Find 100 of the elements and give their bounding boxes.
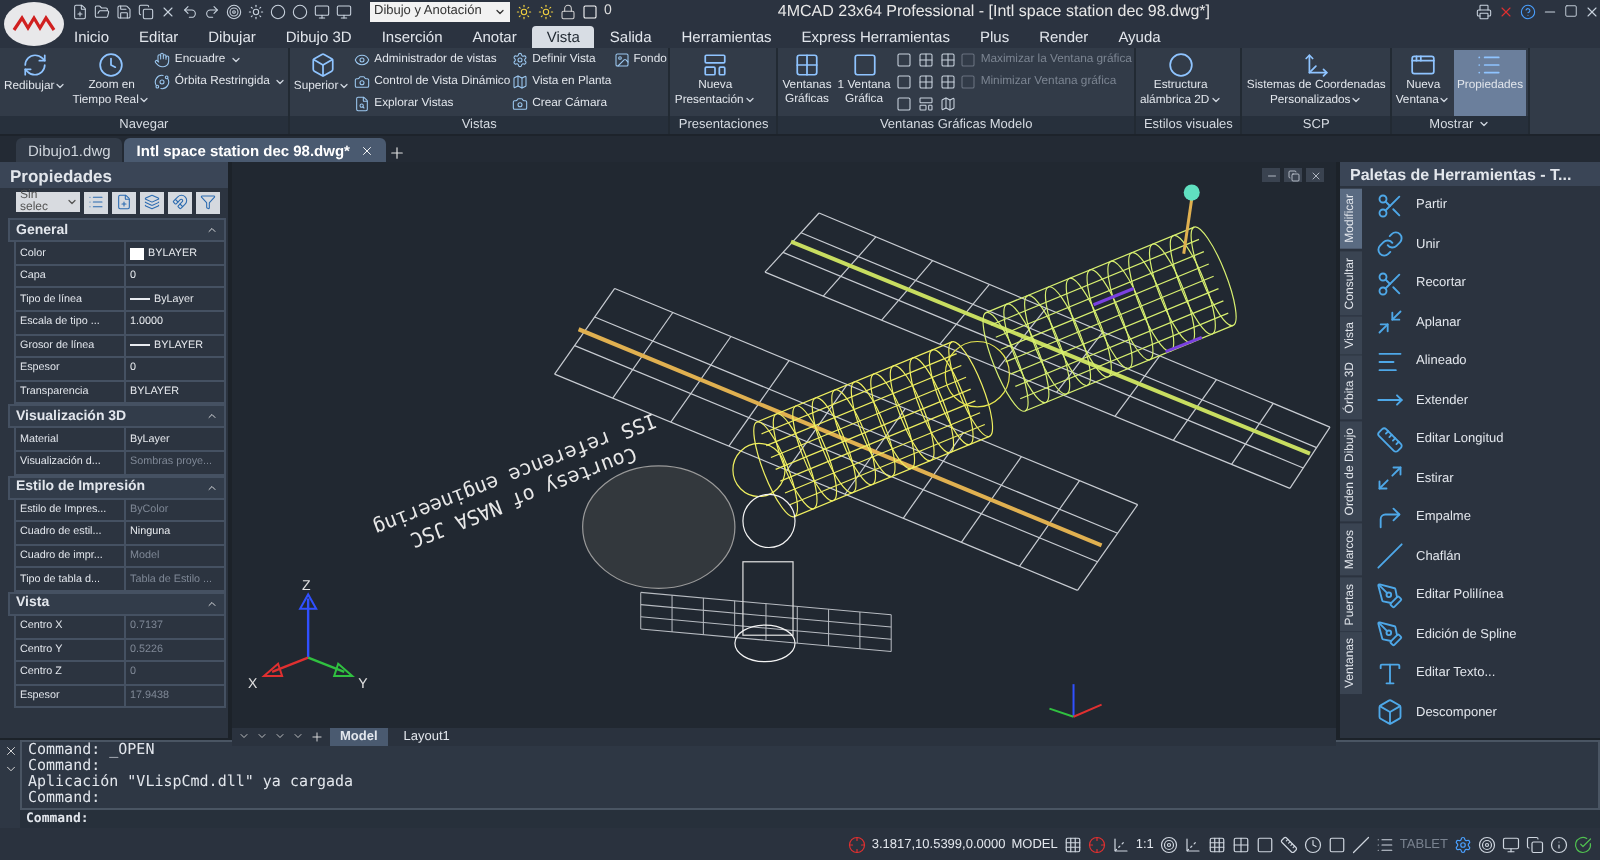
caret-icon[interactable] bbox=[3, 762, 17, 777]
ribbon-icon-button[interactable] bbox=[894, 71, 915, 91]
collapse-icon bbox=[206, 224, 218, 237]
grid-icon[interactable] bbox=[1231, 835, 1250, 854]
clock-icon bbox=[98, 51, 125, 77]
caret-icon bbox=[494, 5, 506, 18]
pen-icon bbox=[1376, 581, 1404, 610]
target-icon[interactable] bbox=[1478, 835, 1496, 854]
circle-icon[interactable] bbox=[270, 3, 286, 20]
axis-icon[interactable] bbox=[1183, 835, 1202, 854]
monitor-icon[interactable] bbox=[336, 3, 352, 20]
square-icon bbox=[896, 73, 913, 89]
ribbon-icon-button[interactable] bbox=[894, 49, 915, 69]
undo-icon[interactable] bbox=[182, 3, 198, 20]
target-icon[interactable] bbox=[1159, 835, 1178, 854]
ribbon-icon-button[interactable] bbox=[938, 71, 959, 91]
hand-icon bbox=[154, 51, 171, 67]
square-icon bbox=[896, 51, 913, 67]
monitor-icon[interactable] bbox=[1502, 835, 1520, 854]
color-square-icon[interactable] bbox=[582, 3, 598, 20]
grid-icon bbox=[793, 51, 820, 77]
toolbar-button[interactable] bbox=[140, 191, 164, 214]
close-icon[interactable] bbox=[1584, 3, 1600, 20]
save-icon[interactable] bbox=[116, 3, 132, 20]
app-logo[interactable] bbox=[4, 2, 64, 46]
help-icon[interactable] bbox=[1520, 3, 1536, 20]
orbit-icon bbox=[154, 73, 171, 89]
sun-icon[interactable] bbox=[248, 3, 264, 20]
grid-icon[interactable] bbox=[1063, 835, 1082, 854]
square-icon[interactable] bbox=[1255, 835, 1274, 854]
new-file-icon[interactable] bbox=[72, 3, 88, 20]
document-icon bbox=[116, 194, 132, 211]
redo-icon[interactable] bbox=[204, 3, 220, 20]
line-sample-icon bbox=[130, 344, 150, 347]
toolbar-button[interactable] bbox=[196, 191, 220, 214]
lock-icon[interactable] bbox=[560, 3, 576, 20]
curve-icon bbox=[1376, 503, 1404, 532]
toolbar-button[interactable] bbox=[84, 191, 108, 214]
caret-icon bbox=[66, 196, 78, 209]
circle-icon[interactable] bbox=[292, 3, 308, 20]
cube-icon bbox=[1376, 698, 1404, 727]
origin-axis-icon bbox=[1049, 684, 1102, 719]
camera-icon bbox=[354, 73, 371, 89]
image-icon bbox=[613, 51, 630, 67]
scissors-icon bbox=[1376, 191, 1404, 220]
maximize-icon[interactable] bbox=[1564, 4, 1578, 19]
ribbon-icon-button[interactable] bbox=[916, 93, 937, 113]
magnet-icon bbox=[172, 194, 188, 211]
text-icon bbox=[1376, 659, 1404, 688]
toolbar-button[interactable] bbox=[168, 191, 192, 214]
restore-icon bbox=[1287, 169, 1299, 182]
clock-icon[interactable] bbox=[1303, 835, 1322, 854]
list-icon[interactable] bbox=[1375, 835, 1394, 854]
grid-icon bbox=[918, 73, 935, 89]
layout-icon bbox=[702, 51, 729, 77]
sphere-icon bbox=[1167, 51, 1194, 77]
square-icon[interactable] bbox=[1327, 835, 1346, 854]
close-icon[interactable] bbox=[160, 3, 176, 20]
ucs-axis-icon bbox=[261, 592, 355, 678]
pen-icon bbox=[1376, 620, 1404, 649]
grid-icon bbox=[940, 51, 957, 67]
grid-icon[interactable] bbox=[1207, 835, 1226, 854]
ribbon-icon-button[interactable] bbox=[938, 49, 959, 69]
viewport-close-button[interactable] bbox=[1306, 168, 1324, 183]
camera-icon bbox=[512, 95, 529, 111]
slash-icon[interactable] bbox=[1351, 835, 1370, 854]
color-swatch-icon bbox=[130, 247, 144, 260]
square-icon bbox=[960, 51, 977, 67]
gear-icon bbox=[512, 51, 529, 67]
ribbon-icon-button[interactable] bbox=[938, 93, 959, 113]
grid-icon bbox=[940, 73, 957, 89]
viewport-restore-button[interactable] bbox=[1284, 168, 1302, 183]
monitor-icon[interactable] bbox=[314, 3, 330, 20]
ribbon-icon-button[interactable] bbox=[894, 93, 915, 113]
add-layout-icon[interactable] bbox=[310, 729, 324, 744]
info-icon[interactable] bbox=[1550, 835, 1568, 854]
copy-icon[interactable] bbox=[138, 3, 154, 20]
windows-icon[interactable] bbox=[1526, 835, 1544, 854]
cube-icon bbox=[309, 51, 336, 77]
gear-icon[interactable] bbox=[1454, 835, 1472, 854]
bulb-icon[interactable] bbox=[516, 3, 532, 20]
viewport-minimize-button[interactable] bbox=[1262, 168, 1280, 183]
ribbon-icon-button[interactable] bbox=[916, 49, 937, 69]
minimize-icon bbox=[1265, 169, 1277, 182]
add-tab-icon[interactable] bbox=[387, 144, 406, 163]
close-icon[interactable] bbox=[3, 744, 17, 759]
ribbon-icon-button[interactable] bbox=[916, 71, 937, 91]
toolbar-button[interactable] bbox=[112, 191, 136, 214]
printer-icon[interactable] bbox=[1476, 3, 1492, 20]
folder-icon[interactable] bbox=[94, 3, 110, 20]
collapse-icon bbox=[206, 481, 218, 494]
align-icon bbox=[1376, 347, 1404, 376]
layers-icon bbox=[144, 194, 160, 211]
axis-icon[interactable] bbox=[1111, 835, 1130, 854]
check-icon[interactable] bbox=[1574, 835, 1592, 854]
ruler-icon[interactable] bbox=[1279, 835, 1298, 854]
panel-title: Propiedades bbox=[0, 162, 228, 189]
close-icon[interactable] bbox=[359, 143, 374, 158]
target-icon[interactable] bbox=[226, 3, 242, 20]
sun-icon[interactable] bbox=[538, 3, 554, 20]
